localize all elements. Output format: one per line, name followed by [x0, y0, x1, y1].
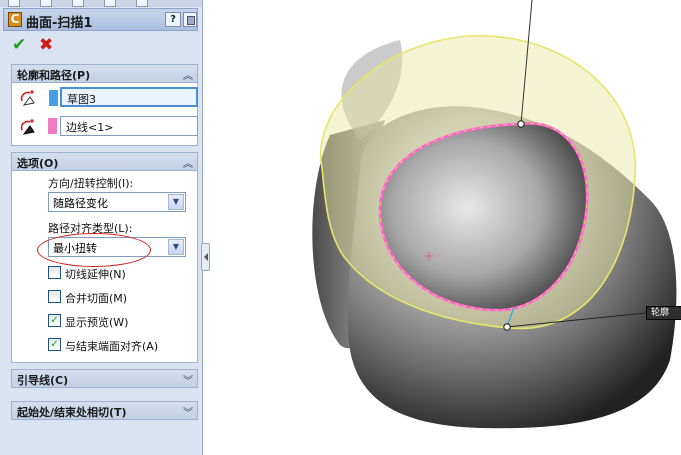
- sketch-point-top[interactable]: [517, 120, 525, 128]
- path-value: 边线<1>: [66, 121, 114, 134]
- checkbox-label: 与结束端面对齐(A): [65, 340, 159, 353]
- sketch-point-bottom[interactable]: [503, 323, 511, 331]
- highlight-annotation: [37, 233, 151, 267]
- chevron-down-icon: ▼: [168, 194, 184, 210]
- profile-callout-tag[interactable]: 轮廓: [646, 306, 681, 320]
- section-title: 起始处/结束处相切(T): [17, 406, 127, 419]
- checkbox-label: 显示预览(W): [65, 316, 129, 329]
- pin-button[interactable]: [183, 12, 197, 27]
- expand-chevron-icon: ︾: [183, 408, 193, 419]
- section-title: 引导线(C): [17, 374, 69, 387]
- help-button[interactable]: ?: [165, 12, 181, 27]
- profile-color-swatch: [49, 90, 58, 106]
- chevron-down-icon: ▼: [168, 239, 184, 255]
- help-label: ?: [170, 14, 176, 25]
- checkbox-box-checked[interactable]: ✓: [48, 338, 61, 351]
- feature-title-bar: C 曲面-扫描1 ?: [3, 8, 198, 31]
- manager-tabs: [0, 0, 202, 7]
- collapse-chevron-icon: ︽: [183, 71, 193, 82]
- orientation-label: 方向/扭转控制(I):: [48, 177, 134, 190]
- path-icon: [20, 119, 35, 135]
- section-header-options[interactable]: 选项(O) ︽: [11, 152, 198, 171]
- profile-value: 草图3: [67, 93, 96, 106]
- checkbox-label: 切线延伸(N): [65, 268, 126, 281]
- sweep-surface-icon: C: [8, 12, 22, 27]
- path-color-swatch: [48, 118, 57, 134]
- panel-collapse-handle[interactable]: [201, 243, 210, 271]
- expand-chevron-icon: ︾: [183, 376, 193, 387]
- orientation-select[interactable]: 随路径变化 ▼: [48, 192, 186, 212]
- property-manager: C 曲面-扫描1 ? ✔ ✖ 轮廓和路径(P) ︽ 草图3 边线<1> 选项(O…: [0, 0, 203, 455]
- section-body-profile-path: 草图3 边线<1>: [11, 83, 198, 146]
- tab-dimxpert-manager[interactable]: [104, 0, 116, 7]
- close-icon: ✖: [39, 35, 54, 55]
- section-header-tangency[interactable]: 起始处/结束处相切(T) ︾: [11, 401, 198, 420]
- profile-selection-box[interactable]: 草图3: [49, 87, 198, 107]
- graphics-viewport[interactable]: 轮廓: [210, 0, 681, 455]
- tab-display-manager[interactable]: [136, 0, 148, 7]
- tab-feature-manager[interactable]: [8, 0, 20, 7]
- orientation-value: 随路径变化: [53, 197, 108, 210]
- tab-property-manager[interactable]: [40, 0, 52, 7]
- feature-title: 曲面-扫描1: [26, 16, 93, 31]
- section-title: 轮廓和路径(P): [17, 69, 91, 82]
- checkbox-label: 合并切面(M): [65, 292, 128, 305]
- section-header-profile-path[interactable]: 轮廓和路径(P) ︽: [11, 64, 198, 83]
- ok-button[interactable]: ✔: [12, 36, 30, 54]
- tab-configuration-manager[interactable]: [72, 0, 84, 7]
- section-title: 选项(O): [17, 157, 59, 170]
- checkbox-box[interactable]: [48, 290, 61, 303]
- cancel-button[interactable]: ✖: [39, 36, 57, 54]
- collapse-chevron-icon: ︽: [183, 159, 193, 170]
- checkbox-box[interactable]: [48, 266, 61, 279]
- section-header-guide-curves[interactable]: 引导线(C) ︾: [11, 369, 198, 388]
- path-selection-box[interactable]: 边线<1>: [48, 116, 198, 136]
- model-canvas: [312, 0, 677, 429]
- checkmark-icon: ✔: [12, 35, 27, 55]
- checkbox-box-checked[interactable]: ✓: [48, 314, 61, 327]
- profile-icon: [20, 90, 35, 106]
